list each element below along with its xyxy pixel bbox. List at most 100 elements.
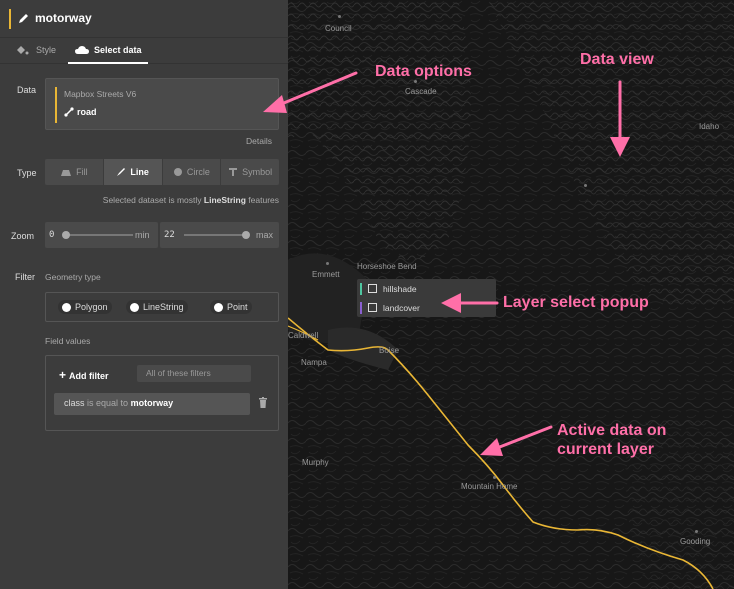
pencil-icon[interactable]	[17, 11, 29, 25]
geometry-point-toggle[interactable]: Point	[210, 300, 252, 314]
data-source-layer: road	[77, 107, 97, 117]
layer-title[interactable]: motorway	[35, 11, 92, 25]
type-hint: Selected dataset is mostly LineString fe…	[103, 195, 279, 205]
geometry-type-options: Polygon LineString Point	[45, 292, 279, 322]
place-label: Nampa	[301, 358, 327, 367]
field-values-box: + Add filter All of these filters class i…	[45, 355, 279, 431]
data-source-accent	[55, 87, 57, 123]
geometry-type-label: Geometry type	[45, 272, 101, 282]
add-filter-label: Add filter	[69, 371, 109, 381]
popup-layer-label: hillshade	[383, 284, 417, 294]
type-hint-geometry: LineString	[203, 195, 246, 205]
filter-value: motorway	[130, 398, 174, 408]
paint-bucket-icon	[17, 46, 29, 55]
geometry-point-label: Point	[227, 302, 248, 312]
toggle-dot-icon	[214, 302, 223, 312]
place-label: Idaho	[699, 122, 720, 131]
geometry-polygon-label: Polygon	[75, 302, 108, 312]
place-dot	[338, 15, 341, 18]
type-hint-prefix: Selected dataset is mostly	[102, 195, 204, 205]
type-fill-label: Fill	[76, 167, 88, 177]
place-dot	[493, 476, 496, 479]
annotation-active-data-line2: current layer	[557, 441, 654, 458]
data-label: Data	[17, 85, 37, 95]
filter-key: class	[64, 398, 85, 408]
popup-layer-landcover[interactable]: landcover	[360, 300, 490, 316]
place-label: Mountain Home	[461, 482, 518, 491]
cloud-icon	[75, 46, 89, 54]
annotation-layer-select-popup: Layer select popup	[503, 294, 649, 311]
type-selector: Fill Line Circle Symbol	[45, 159, 279, 185]
type-line-label: Line	[130, 167, 149, 177]
zoom-max-value[interactable]: 22	[164, 230, 175, 240]
place-dot	[695, 530, 698, 533]
type-line-button[interactable]: Line	[103, 159, 162, 185]
zoom-max-control[interactable]: 22 max	[160, 222, 279, 248]
tab-style-label: Style	[36, 45, 57, 55]
type-circle-label: Circle	[186, 167, 210, 177]
type-hint-suffix: features	[245, 195, 279, 205]
tab-style[interactable]: Style	[15, 38, 67, 64]
place-label: Council	[325, 24, 352, 33]
filter-operator: is equal to	[87, 398, 129, 408]
fill-icon	[61, 169, 72, 176]
data-source-name: Mapbox Streets V6	[64, 89, 137, 99]
circle-icon	[173, 168, 182, 176]
zoom-max-unit: max	[256, 230, 274, 240]
type-circle-button[interactable]: Circle	[162, 159, 221, 185]
type-symbol-button[interactable]: Symbol	[221, 159, 279, 185]
trash-icon[interactable]	[258, 397, 268, 409]
annotation-active-data: Active data on current layer	[557, 421, 666, 459]
layer-color-bar	[360, 283, 362, 295]
geometry-polygon-toggle[interactable]: Polygon	[58, 300, 112, 314]
toggle-dot-icon	[62, 302, 71, 312]
layer-square-icon	[368, 284, 377, 293]
place-label: Horseshoe Bend	[357, 262, 417, 271]
sidebar: motorway Style Select data Data Mapbox S…	[0, 0, 288, 589]
layer-select-popup: hillshade landcover	[357, 279, 496, 317]
layer-header: motorway	[0, 0, 288, 38]
place-label: Caldwell	[288, 331, 319, 340]
symbol-icon	[229, 168, 238, 176]
annotation-data-view: Data view	[580, 51, 654, 68]
place-label: Murphy	[302, 458, 329, 467]
annotation-data-options: Data options	[375, 63, 472, 80]
zoom-max-handle[interactable]	[242, 231, 250, 239]
layer-color-accent	[9, 9, 11, 29]
geometry-linestring-label: LineString	[143, 302, 184, 312]
line-icon	[117, 168, 126, 176]
filter-label: Filter	[15, 272, 35, 282]
annotation-active-data-line1: Active data on	[557, 422, 667, 439]
toggle-dot-icon	[130, 302, 139, 312]
filter-match-select[interactable]: All of these filters	[137, 365, 251, 382]
zoom-min-track[interactable]	[63, 234, 133, 236]
zoom-min-control[interactable]: 0 min	[45, 222, 158, 248]
type-fill-button[interactable]: Fill	[45, 159, 103, 185]
filter-condition[interactable]: class is equal to motorway	[54, 393, 250, 415]
place-dot	[326, 262, 329, 265]
place-label: Gooding	[680, 537, 711, 546]
zoom-label: Zoom	[11, 231, 35, 241]
add-filter-button[interactable]: + Add filter	[59, 368, 109, 382]
zoom-min-value[interactable]: 0	[49, 230, 54, 240]
place-label: Emmett	[312, 270, 340, 279]
type-symbol-label: Symbol	[242, 167, 273, 177]
details-link[interactable]: Details	[246, 136, 272, 146]
plus-icon: +	[59, 368, 67, 382]
zoom-min-unit: min	[135, 230, 150, 240]
field-values-label: Field values	[45, 336, 91, 346]
layer-square-icon	[368, 303, 377, 312]
popup-layer-hillshade[interactable]: hillshade	[360, 281, 490, 297]
zoom-min-handle[interactable]	[62, 231, 70, 239]
zoom-max-track[interactable]	[184, 234, 248, 236]
geometry-linestring-toggle[interactable]: LineString	[126, 300, 188, 314]
tab-select-data-label: Select data	[94, 45, 142, 55]
data-source-box[interactable]: Mapbox Streets V6 road	[45, 78, 279, 130]
popup-layer-label: landcover	[383, 303, 420, 313]
place-label: Cascade	[405, 87, 437, 96]
type-label: Type	[17, 168, 37, 178]
place-dot	[584, 184, 587, 187]
layer-color-bar	[360, 302, 362, 314]
tab-select-data[interactable]: Select data	[68, 38, 148, 64]
place-label: Boise	[379, 346, 400, 355]
